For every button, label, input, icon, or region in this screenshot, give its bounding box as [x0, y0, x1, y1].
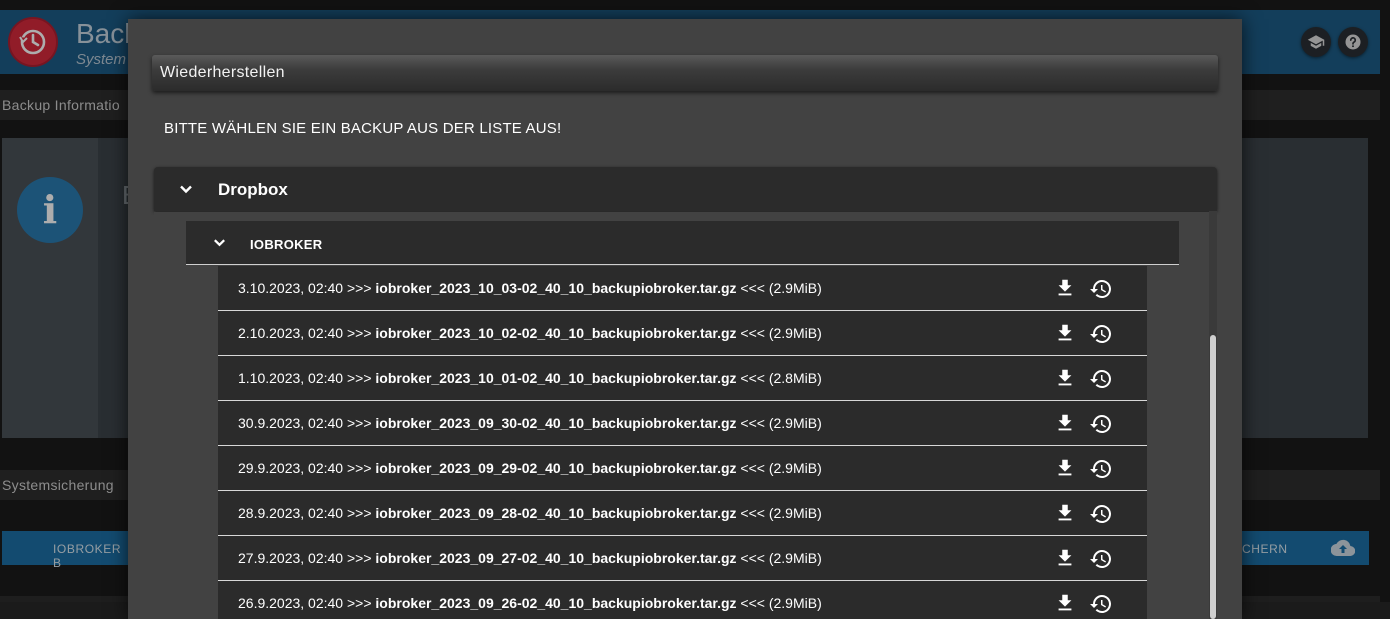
- backup-date: 2.10.2023, 02:40: [238, 325, 344, 341]
- backup-list-scroll[interactable]: IOBROKER 3.10.2023, 02:40 >>> iobroker_2…: [154, 212, 1217, 619]
- backup-filename: iobroker_2023_09_27-02_40_10_backupiobro…: [375, 550, 737, 566]
- restore-icon[interactable]: [1089, 457, 1113, 481]
- backup-filename: iobroker_2023_09_30-02_40_10_backupiobro…: [375, 415, 737, 431]
- backup-date: 3.10.2023, 02:40: [238, 280, 344, 296]
- row-suffix: <<<: [740, 460, 765, 476]
- download-icon[interactable]: [1054, 502, 1076, 524]
- backup-entry-text: 27.9.2023, 02:40 >>> iobroker_2023_09_27…: [238, 550, 822, 566]
- group-name: IOBROKER: [250, 237, 323, 252]
- download-icon[interactable]: [1054, 592, 1076, 614]
- download-icon[interactable]: [1054, 277, 1076, 299]
- backup-size: (2.9MiB): [768, 550, 822, 566]
- row-suffix: <<<: [740, 370, 765, 386]
- row-prefix: >>>: [347, 415, 372, 431]
- backup-filename: iobroker_2023_09_28-02_40_10_backupiobro…: [375, 505, 737, 521]
- row-suffix: <<<: [740, 595, 765, 611]
- backup-row[interactable]: 30.9.2023, 02:40 >>> iobroker_2023_09_30…: [218, 401, 1147, 446]
- source-name: Dropbox: [218, 180, 288, 199]
- backup-size: (2.9MiB): [768, 595, 822, 611]
- backup-date: 26.9.2023, 02:40: [238, 595, 344, 611]
- backup-row[interactable]: 1.10.2023, 02:40 >>> iobroker_2023_10_01…: [218, 356, 1147, 401]
- row-prefix: >>>: [347, 460, 372, 476]
- row-suffix: <<<: [740, 280, 765, 296]
- backup-date: 27.9.2023, 02:40: [238, 550, 344, 566]
- backup-entry-text: 2.10.2023, 02:40 >>> iobroker_2023_10_02…: [238, 325, 822, 341]
- backup-filename: iobroker_2023_09_26-02_40_10_backupiobro…: [375, 595, 737, 611]
- restore-icon[interactable]: [1089, 277, 1113, 301]
- backup-size: (2.8MiB): [768, 370, 822, 386]
- row-suffix: <<<: [740, 505, 765, 521]
- row-prefix: >>>: [347, 550, 372, 566]
- backup-entry-text: 26.9.2023, 02:40 >>> iobroker_2023_09_26…: [238, 595, 822, 611]
- row-prefix: >>>: [347, 505, 372, 521]
- dialog-title: Wiederherstellen: [160, 64, 285, 81]
- restore-dialog: Wiederherstellen BITTE WÄHLEN SIE EIN BA…: [128, 19, 1242, 619]
- dialog-titlebar[interactable]: Wiederherstellen: [152, 55, 1218, 91]
- backup-row[interactable]: 29.9.2023, 02:40 >>> iobroker_2023_09_29…: [218, 446, 1147, 491]
- restore-icon[interactable]: [1089, 412, 1113, 436]
- backup-entry-text: 3.10.2023, 02:40 >>> iobroker_2023_10_03…: [238, 280, 822, 296]
- backup-filename: iobroker_2023_10_03-02_40_10_backupiobro…: [375, 280, 737, 296]
- backup-filename: iobroker_2023_10_02-02_40_10_backupiobro…: [375, 325, 737, 341]
- backup-filename: iobroker_2023_09_29-02_40_10_backupiobro…: [375, 460, 737, 476]
- backup-date: 28.9.2023, 02:40: [238, 505, 344, 521]
- backup-row[interactable]: 27.9.2023, 02:40 >>> iobroker_2023_09_27…: [218, 536, 1147, 581]
- chevron-down-icon: [214, 239, 225, 247]
- row-prefix: >>>: [347, 325, 372, 341]
- row-suffix: <<<: [740, 415, 765, 431]
- row-prefix: >>>: [347, 280, 372, 296]
- chevron-down-icon: [180, 185, 192, 194]
- backup-entry-text: 30.9.2023, 02:40 >>> iobroker_2023_09_30…: [238, 415, 822, 431]
- backup-size: (2.9MiB): [768, 460, 822, 476]
- backup-list: 3.10.2023, 02:40 >>> iobroker_2023_10_03…: [218, 266, 1147, 619]
- backup-date: 30.9.2023, 02:40: [238, 415, 344, 431]
- restore-icon[interactable]: [1089, 322, 1113, 346]
- backup-size: (2.9MiB): [768, 415, 822, 431]
- restore-icon[interactable]: [1089, 592, 1113, 616]
- restore-icon[interactable]: [1089, 367, 1113, 391]
- download-icon[interactable]: [1054, 547, 1076, 569]
- backup-entry-text: 1.10.2023, 02:40 >>> iobroker_2023_10_01…: [238, 370, 822, 386]
- dialog-instruction: BITTE WÄHLEN SIE EIN BACKUP AUS DER LIST…: [164, 120, 562, 137]
- download-icon[interactable]: [1054, 367, 1076, 389]
- backup-entry-text: 29.9.2023, 02:40 >>> iobroker_2023_09_29…: [238, 460, 822, 476]
- group-iobroker-header[interactable]: IOBROKER: [186, 221, 1179, 265]
- backup-row[interactable]: 28.9.2023, 02:40 >>> iobroker_2023_09_28…: [218, 491, 1147, 536]
- backup-filename: iobroker_2023_10_01-02_40_10_backupiobro…: [375, 370, 737, 386]
- backup-date: 29.9.2023, 02:40: [238, 460, 344, 476]
- backup-row[interactable]: 2.10.2023, 02:40 >>> iobroker_2023_10_02…: [218, 311, 1147, 356]
- restore-icon[interactable]: [1089, 547, 1113, 571]
- scrollbar-thumb[interactable]: [1210, 335, 1216, 619]
- restore-icon[interactable]: [1089, 502, 1113, 526]
- backup-size: (2.9MiB): [768, 325, 822, 341]
- backup-date: 1.10.2023, 02:40: [238, 370, 344, 386]
- backup-row[interactable]: 3.10.2023, 02:40 >>> iobroker_2023_10_03…: [218, 266, 1147, 311]
- backup-size: (2.9MiB): [768, 505, 822, 521]
- row-prefix: >>>: [347, 370, 372, 386]
- row-suffix: <<<: [740, 550, 765, 566]
- backup-size: (2.9MiB): [768, 280, 822, 296]
- download-icon[interactable]: [1054, 457, 1076, 479]
- backup-row[interactable]: 26.9.2023, 02:40 >>> iobroker_2023_09_26…: [218, 581, 1147, 619]
- row-suffix: <<<: [740, 325, 765, 341]
- download-icon[interactable]: [1054, 322, 1076, 344]
- row-prefix: >>>: [347, 595, 372, 611]
- download-icon[interactable]: [1054, 412, 1076, 434]
- backup-entry-text: 28.9.2023, 02:40 >>> iobroker_2023_09_28…: [238, 505, 822, 521]
- source-dropbox-header[interactable]: Dropbox: [154, 167, 1217, 211]
